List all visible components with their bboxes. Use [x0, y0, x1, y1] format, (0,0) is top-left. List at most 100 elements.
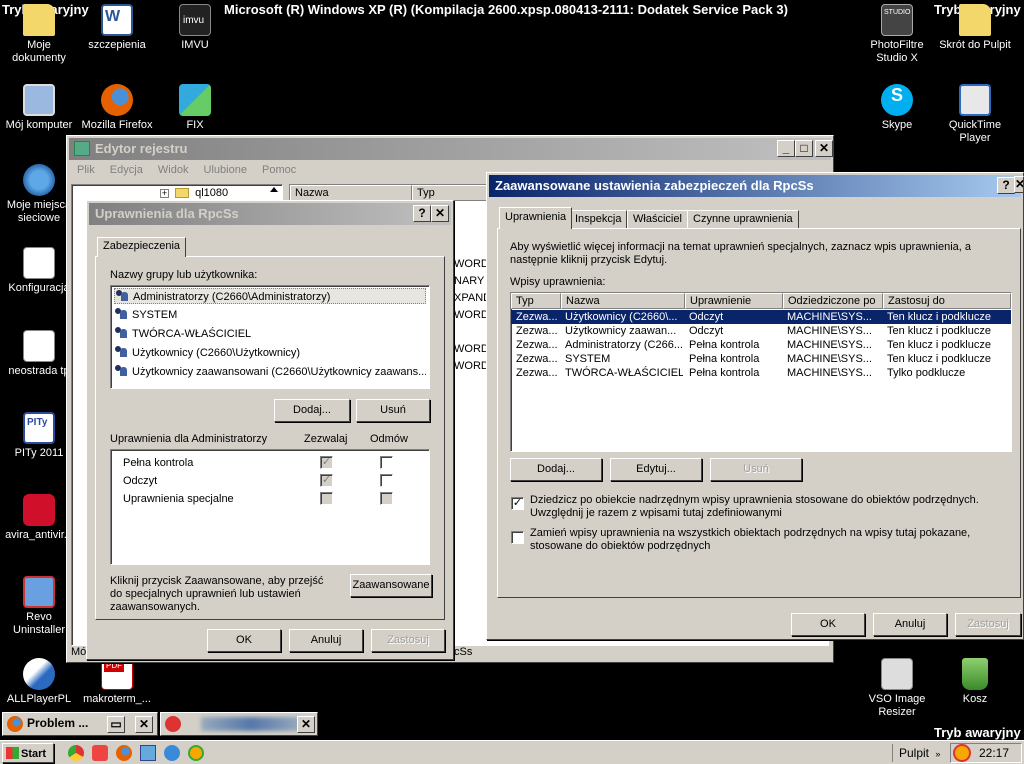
restore-button[interactable]: ▭ — [107, 716, 125, 733]
icon-label: Skrót do Pulpit — [939, 39, 1011, 51]
ok-button[interactable]: OK — [207, 629, 281, 652]
desktop-icon-photofiltre[interactable]: STUDIO PhotoFiltre Studio X — [858, 4, 936, 65]
desktop-icon-quicktime[interactable]: QuickTime Player — [936, 84, 1014, 145]
close-button[interactable]: ✕ — [431, 205, 449, 222]
user-list-item[interactable]: Administratorzy (C2660\Administratorzy) — [114, 288, 426, 304]
help-button[interactable]: ? — [413, 205, 431, 222]
chevron-icon: » — [935, 749, 941, 759]
desktop-icon-firefox[interactable]: Mozilla Firefox — [78, 84, 156, 132]
firefox-icon — [7, 716, 23, 732]
tab-permissions[interactable]: Uprawnienia — [499, 207, 573, 229]
menu-edycja[interactable]: Edycja — [110, 164, 143, 176]
add-entry-button[interactable]: Dodaj... — [510, 458, 602, 481]
help-button[interactable]: ? — [997, 177, 1015, 194]
desktop-icon-fix[interactable]: FIX — [156, 84, 234, 132]
desktop-icon-my-documents[interactable]: Moje dokumenty — [0, 4, 78, 65]
mail-icon[interactable] — [92, 745, 108, 761]
show-desktop-icon[interactable] — [140, 745, 156, 761]
shortcut-document-icon — [23, 330, 55, 362]
tray-sun-icon[interactable] — [955, 746, 969, 760]
table-row[interactable]: Zezwa... SYSTEM Pełna kontrola MACHINE\S… — [511, 352, 1011, 366]
taskbar-button-blurred[interactable]: ✕ — [160, 712, 318, 736]
cancel-button[interactable]: Anuluj — [289, 629, 363, 652]
tab-owner[interactable]: Właściciel — [627, 210, 688, 228]
expand-plus-icon[interactable]: + — [160, 188, 169, 198]
scroll-up-icon[interactable] — [270, 187, 278, 192]
maximize-button[interactable]: □ — [795, 140, 813, 157]
table-row[interactable]: Zezwa... Użytkownicy (C2660\... Odczyt M… — [511, 310, 1011, 324]
registry-cubes-icon — [74, 141, 90, 156]
user-list-item[interactable]: Użytkownicy (C2660\Użytkownicy) — [114, 345, 300, 361]
menu-pomoc[interactable]: Pomoc — [262, 164, 296, 176]
chrome-icon[interactable] — [68, 745, 84, 761]
column-header-type[interactable]: Typ — [412, 185, 492, 201]
permission-entries-list[interactable]: Typ Nazwa Uprawnienie Odziedziczone po Z… — [510, 292, 1012, 452]
table-row[interactable]: Zezwa... TWÓRCA-WŁAŚCICIEL Pełna kontrol… — [511, 366, 1011, 380]
start-button[interactable]: Start — [2, 743, 54, 763]
deny-full-control-checkbox[interactable] — [380, 456, 393, 469]
internet-explorer-icon[interactable] — [164, 745, 180, 761]
desktop-toolbar[interactable]: Pulpit » — [892, 744, 940, 762]
inherit-checkbox-label[interactable]: Dziedzicz po obiekcie nadrzędnym wpisy u… — [530, 494, 1000, 520]
close-button[interactable]: ✕ — [297, 716, 315, 733]
user-list-item[interactable]: Użytkownicy zaawansowani (C2660\Użytkown… — [114, 364, 426, 380]
value-type: WORD — [454, 360, 489, 372]
table-row[interactable]: Zezwa... Administratorzy (C266... Pełna … — [511, 338, 1011, 352]
column-header-name[interactable]: Nazwa — [561, 293, 685, 309]
taskbar-button-problem[interactable]: Problem ... ▭ ✕ — [2, 712, 158, 736]
menu-plik[interactable]: Plik — [77, 164, 95, 176]
replace-checkbox-label[interactable]: Zamień wpisy uprawnienia na wszystkich o… — [530, 527, 1020, 553]
close-button[interactable]: ✕ — [135, 716, 153, 733]
tab-security[interactable]: Zabezpieczenia — [97, 237, 187, 257]
user-list[interactable]: Administratorzy (C2660\Administratorzy) … — [110, 285, 430, 389]
media-player-icon[interactable] — [188, 745, 204, 761]
column-header-name[interactable]: Nazwa — [290, 185, 412, 201]
close-button[interactable]: ✕ — [815, 140, 833, 157]
advanced-button[interactable]: Zaawansowane — [350, 574, 432, 597]
column-header-apply-to[interactable]: Zastosuj do — [883, 293, 1011, 309]
status-bar-path: ìcSs — [451, 646, 473, 658]
clock[interactable]: 22:17 — [979, 746, 1009, 760]
icon-label: szczepienia — [88, 39, 146, 51]
desktop-icon-vso[interactable]: VSO Image Resizer — [858, 658, 936, 719]
desktop-icon-my-computer[interactable]: Mój komputer — [0, 84, 78, 132]
desktop-icon-allplayer[interactable]: ALLPlayerPL — [0, 658, 78, 706]
desktop-icon-szczepienia[interactable]: W szczepienia — [78, 4, 156, 52]
advanced-hint-text: Kliknij przycisk Zaawansowane, aby przej… — [110, 575, 324, 613]
user-list-item[interactable]: TWÓRCA-WŁAŚCICIEL — [114, 326, 251, 342]
remove-user-button[interactable]: Usuń — [356, 399, 430, 422]
cancel-button[interactable]: Anuluj — [873, 613, 947, 636]
tree-item[interactable]: + ql1080 — [160, 187, 228, 199]
inherit-checkbox[interactable]: ✓ — [511, 497, 524, 510]
icon-label: PhotoFiltre Studio X — [870, 39, 924, 64]
tab-effective-permissions[interactable]: Czynne uprawnienia — [687, 210, 799, 228]
edit-entry-button[interactable]: Edytuj... — [610, 458, 702, 481]
table-row[interactable]: Zezwa... Użytkownicy zaawan... Odczyt MA… — [511, 324, 1011, 338]
menu-widok[interactable]: Widok — [158, 164, 189, 176]
remove-entry-button: Usuń — [710, 458, 802, 481]
firefox-icon[interactable] — [116, 745, 132, 761]
column-header-type[interactable]: Typ — [511, 293, 561, 309]
ok-button[interactable]: OK — [791, 613, 865, 636]
minimize-button[interactable]: _ — [777, 140, 795, 157]
column-header-permission[interactable]: Uprawnienie — [685, 293, 783, 309]
desktop-icon-makroterm[interactable]: PDF makroterm_... — [78, 658, 156, 706]
close-button[interactable]: ✕ — [1014, 176, 1024, 193]
add-user-button[interactable]: Dodaj... — [274, 399, 350, 422]
user-group-icon — [115, 290, 129, 302]
deny-read-checkbox[interactable] — [380, 474, 393, 487]
desktop-icon-skrot-pulpit[interactable]: Skrót do Pulpit — [936, 4, 1014, 52]
desktop-icon-recycle-bin[interactable]: Kosz — [936, 658, 1014, 706]
desktop-icon-imvu[interactable]: imvu IMVU — [156, 4, 234, 52]
replace-checkbox[interactable] — [511, 531, 524, 544]
windows-logo-icon — [6, 747, 19, 759]
icon-label: Moje miejsca sieciowe — [6, 199, 72, 224]
deny-column-label: Odmów — [370, 433, 408, 445]
tab-auditing[interactable]: Inspekcja — [569, 210, 628, 228]
desktop-icon-skype[interactable]: S Skype — [858, 84, 936, 132]
menu-ulubione[interactable]: Ulubione — [204, 164, 247, 176]
column-header-inherited-from[interactable]: Odziedziczone po — [783, 293, 883, 309]
user-list-item[interactable]: SYSTEM — [114, 307, 177, 323]
icon-label: avira_antivir... — [5, 529, 73, 541]
status-bar-left: Mó — [71, 646, 87, 658]
